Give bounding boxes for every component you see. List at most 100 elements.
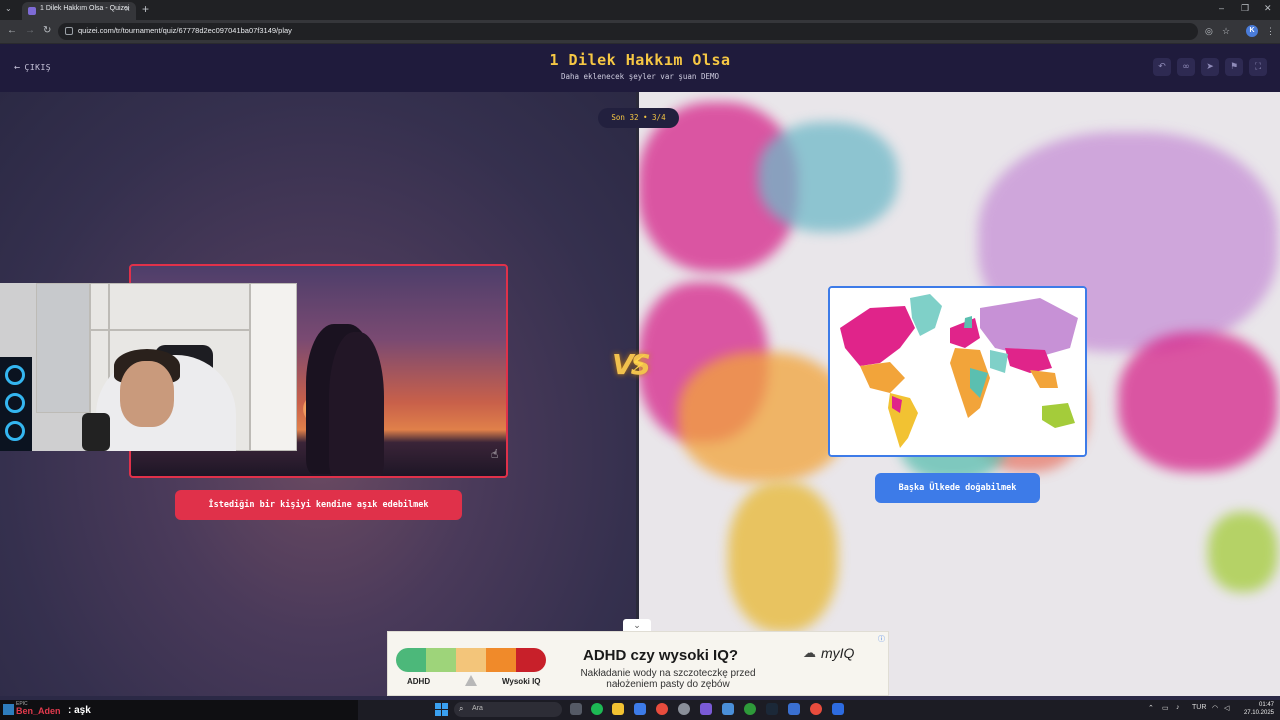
advertisement-banner[interactable]: ADHD Wysoki IQ ADHD czy wysoki IQ? Nakła… bbox=[387, 631, 889, 696]
microphone-icon[interactable]: ♪ bbox=[1176, 704, 1180, 711]
webcam-overlay bbox=[0, 283, 297, 451]
app-icon[interactable] bbox=[678, 703, 690, 715]
scale-segment bbox=[426, 648, 456, 672]
wifi-icon[interactable]: ◠ bbox=[1212, 704, 1218, 712]
ad-headline: ADHD czy wysoki IQ? bbox=[583, 647, 739, 664]
scale-segment bbox=[516, 648, 546, 672]
network-icon[interactable]: ▭ bbox=[1162, 704, 1169, 712]
pc-case bbox=[0, 357, 32, 451]
stream-chat-overlay: EPIC Ben_Aden : aşk bbox=[0, 700, 358, 720]
tray-chevron-icon[interactable]: ⌃ bbox=[1148, 704, 1154, 712]
close-tab-icon[interactable]: × bbox=[125, 4, 130, 14]
taskbar-search[interactable]: ⌕ Ara bbox=[454, 702, 562, 717]
chat-username: Ben_Aden bbox=[16, 706, 61, 716]
steam-icon[interactable] bbox=[766, 703, 778, 715]
fullscreen-icon[interactable]: ⛶ bbox=[1249, 58, 1267, 76]
store-icon[interactable] bbox=[634, 703, 646, 715]
favicon-icon bbox=[28, 7, 36, 15]
forward-icon[interactable]: → bbox=[25, 25, 35, 36]
chrome-icon[interactable] bbox=[656, 703, 668, 715]
site-info-icon[interactable] bbox=[65, 27, 73, 35]
windows-start-icon[interactable] bbox=[435, 703, 448, 716]
round-indicator: Son 32 • 3/4 bbox=[598, 108, 679, 128]
fan-ring bbox=[5, 393, 25, 413]
tab-search-icon[interactable]: ⌄ bbox=[5, 4, 12, 13]
scale-segment bbox=[456, 648, 486, 672]
quiz-title: 1 Dilek Hakkım Olsa bbox=[549, 51, 731, 69]
address-bar[interactable]: quizei.com/tr/tournament/quiz/67778d2ec0… bbox=[58, 23, 1198, 40]
microphone bbox=[82, 413, 110, 451]
system-clock[interactable]: 01:47 27.10.2025 bbox=[1238, 701, 1274, 717]
wall bbox=[250, 283, 297, 451]
scale-marker-icon bbox=[465, 675, 477, 686]
tab-title: 1 Dilek Hakkım Olsa - Quizei bbox=[40, 5, 130, 12]
eye-off-icon[interactable]: ◎ bbox=[1205, 26, 1213, 37]
map-blob bbox=[728, 482, 838, 632]
search-icon: ⌕ bbox=[459, 704, 464, 713]
scale-segment bbox=[396, 648, 426, 672]
browser-tab[interactable]: 1 Dilek Hakkım Olsa - Quizei × bbox=[22, 2, 136, 20]
mouse-cursor-icon: ☝ bbox=[491, 447, 499, 461]
quiz-header: ← ÇIKIŞ 1 Dilek Hakkım Olsa Daha eklenece… bbox=[0, 44, 1280, 92]
shelf-divider bbox=[90, 329, 250, 331]
spotify-icon[interactable] bbox=[591, 703, 603, 715]
profile-avatar[interactable]: K bbox=[1246, 25, 1258, 37]
world-map-image bbox=[830, 288, 1085, 455]
discord-icon[interactable] bbox=[700, 703, 712, 715]
map-blob bbox=[1208, 512, 1278, 592]
chat-message: : aşk bbox=[68, 705, 91, 716]
chat-user-avatar bbox=[3, 704, 14, 715]
app-icon[interactable] bbox=[832, 703, 844, 715]
undo-icon[interactable]: ↶ bbox=[1153, 58, 1171, 76]
restore-icon[interactable]: ❐ bbox=[1241, 3, 1249, 14]
ad-body-line2: nałożeniem pasty do zębów bbox=[606, 679, 730, 690]
flag-icon[interactable]: ⚑ bbox=[1225, 58, 1243, 76]
scale-right-label: Wysoki IQ bbox=[502, 677, 541, 686]
quiz-subtitle: Daha eklenecek şeyler var şuan DEMO bbox=[560, 72, 720, 81]
ad-body: Nakładanie wody na szczoteczkę przed nał… bbox=[568, 668, 768, 690]
xbox-icon[interactable] bbox=[744, 703, 756, 715]
map-blob bbox=[1118, 332, 1278, 472]
ad-body-line1: Nakładanie wody na szczoteczkę przed bbox=[580, 668, 756, 679]
clock-time: 01:47 bbox=[1258, 702, 1274, 708]
close-window-icon[interactable]: ✕ bbox=[1264, 3, 1272, 14]
clock-date: 27.10.2025 bbox=[1243, 710, 1274, 716]
ad-brand: myIQ bbox=[821, 645, 855, 661]
language-indicator[interactable]: TUR bbox=[1192, 704, 1206, 711]
map-blob bbox=[678, 352, 848, 482]
scale-left-label: ADHD bbox=[407, 677, 431, 686]
url-text: quizei.com/tr/tournament/quiz/67778d2ec0… bbox=[78, 26, 292, 35]
desk-area bbox=[36, 283, 90, 413]
search-placeholder: Ara bbox=[472, 705, 483, 712]
center-divider bbox=[636, 92, 639, 696]
chrome-active-icon[interactable] bbox=[810, 703, 822, 715]
minimize-icon[interactable]: – bbox=[1219, 3, 1224, 13]
fan-ring bbox=[5, 421, 25, 441]
silhouette-woman bbox=[329, 332, 384, 476]
fan-ring bbox=[5, 365, 25, 385]
task-view-icon[interactable] bbox=[570, 703, 582, 715]
menu-icon[interactable]: ⋮ bbox=[1266, 26, 1275, 37]
streamer-face bbox=[120, 361, 174, 427]
back-icon[interactable]: ← bbox=[7, 25, 17, 36]
share-icon[interactable]: ➤ bbox=[1201, 58, 1219, 76]
brain-icon: ☁ bbox=[803, 646, 816, 661]
browser-toolbar: ← → ↻ quizei.com/tr/tournament/quiz/6777… bbox=[0, 20, 1280, 44]
new-tab-icon[interactable]: + bbox=[142, 2, 149, 16]
reload-icon[interactable]: ↻ bbox=[43, 25, 51, 36]
bookmark-star-icon[interactable]: ☆ bbox=[1222, 26, 1230, 37]
ad-info-icon[interactable]: ⓘ bbox=[878, 634, 885, 644]
scale-segment bbox=[486, 648, 516, 672]
screen: ⌄ 1 Dilek Hakkım Olsa - Quizei × + – ❐ ✕… bbox=[0, 0, 1280, 720]
right-choice-card[interactable] bbox=[828, 286, 1087, 457]
lightning-icon: ⚡ bbox=[630, 350, 647, 378]
link-icon[interactable]: ∞ bbox=[1177, 58, 1195, 76]
map-blob bbox=[758, 122, 898, 232]
file-explorer-icon[interactable] bbox=[612, 703, 624, 715]
volume-icon[interactable]: ◁ bbox=[1224, 704, 1229, 712]
app-icon[interactable] bbox=[788, 703, 800, 715]
left-choice-button[interactable]: İstediğin bir kişiyi kendine aşık edebil… bbox=[175, 490, 462, 520]
app-icon[interactable] bbox=[722, 703, 734, 715]
browser-tab-bar: ⌄ 1 Dilek Hakkım Olsa - Quizei × + – ❐ ✕ bbox=[0, 0, 1280, 20]
right-choice-button[interactable]: Başka Ülkede doğabilmek bbox=[875, 473, 1040, 503]
